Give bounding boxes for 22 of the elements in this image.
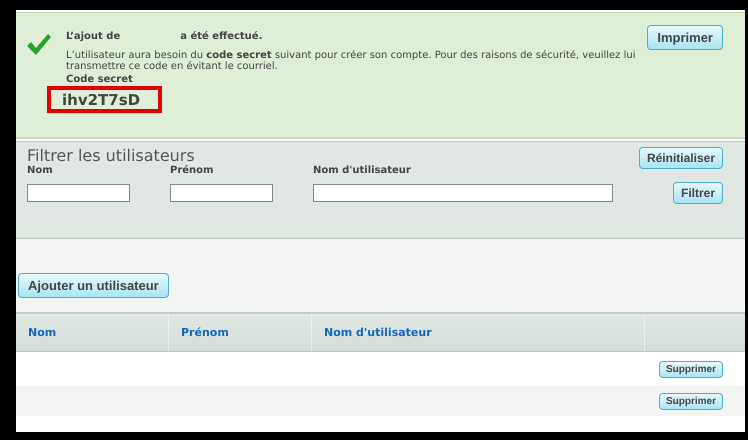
filter-button[interactable]: Filtrer [672,182,723,204]
input-field[interactable] [27,184,130,202]
field-label: Prénom [170,165,214,176]
column-header[interactable]: Prénom [169,314,312,351]
add-user-button[interactable]: Ajouter un utilisateur [18,273,169,298]
input-field[interactable] [170,184,273,202]
print-button[interactable]: Imprimer [647,25,723,50]
reset-button[interactable]: Réinitialiser [638,147,723,169]
field-label: Nom d'utilisateur [313,165,412,176]
filter-title: Filtrer les utilisateurs [27,147,195,165]
code-label: Code secret [66,74,134,85]
column-header[interactable]: Nom [16,314,169,351]
delete-button[interactable]: Supprimer [658,360,723,378]
secret-code: ihv2T7sD [47,86,162,113]
delete-button[interactable]: Supprimer [658,392,723,410]
notice-title: a été effectué. [180,31,262,42]
field-label: Nom [27,165,54,176]
input-field[interactable] [313,184,613,202]
checkmark-icon [26,33,52,57]
notice-title: L’ajout de [66,31,120,42]
column-header[interactable]: Nom d'utilisateur [312,314,645,351]
notice-message: L’utilisateur aura besoin du code secret suivant pour créer son compte. Pour des raisons de sécurité, veuillez lui transmettre ce code en évitant le courriel. [66,50,636,72]
